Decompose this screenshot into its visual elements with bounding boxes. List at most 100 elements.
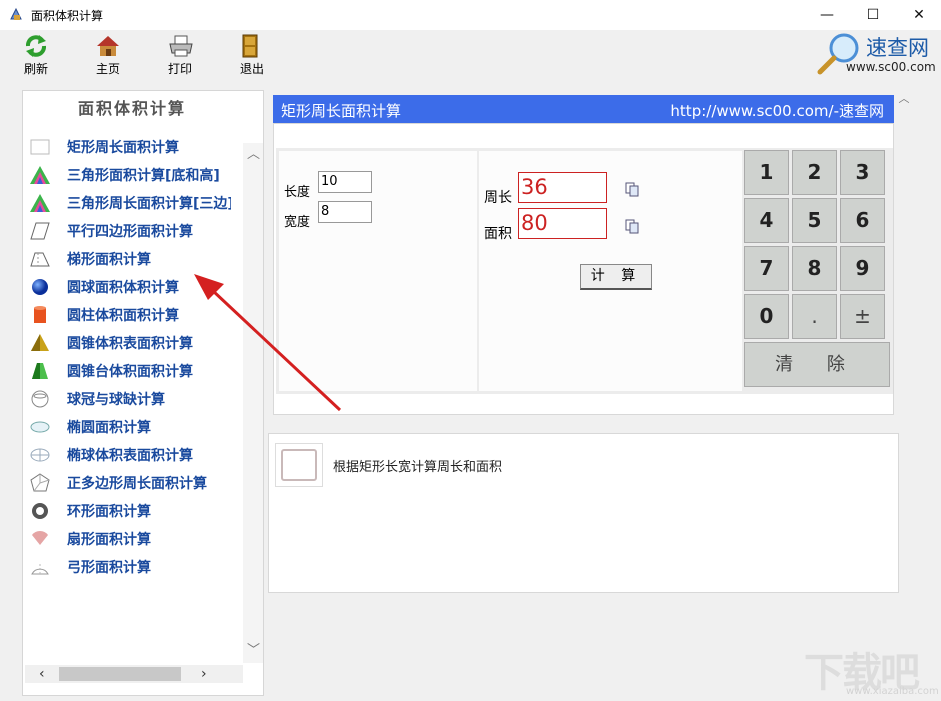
calculator-header: 矩形周长面积计算 http://www.sc00.com/-速查网 bbox=[273, 95, 894, 123]
maximize-button[interactable]: ☐ bbox=[850, 0, 896, 30]
shape-thumbnail bbox=[275, 443, 323, 487]
close-button[interactable]: ✕ bbox=[896, 0, 941, 30]
sidebar-item-sector[interactable]: 扇形面积计算 bbox=[27, 525, 231, 553]
sidebar-item-label: 圆球面积体积计算 bbox=[67, 280, 179, 296]
sidebar-item-label: 球冠与球缺计算 bbox=[67, 392, 165, 408]
scroll-down-icon[interactable]: ﹀ bbox=[247, 639, 260, 658]
home-button[interactable]: 主页 bbox=[82, 32, 134, 76]
scroll-left-icon[interactable]: ‹ bbox=[39, 666, 45, 682]
key-1[interactable]: 1 bbox=[744, 150, 789, 195]
key-3[interactable]: 3 bbox=[840, 150, 885, 195]
area-output[interactable]: 80 bbox=[518, 208, 607, 239]
key-9[interactable]: 9 bbox=[840, 246, 885, 291]
exit-button[interactable]: 退出 bbox=[226, 32, 278, 76]
scroll-up-icon[interactable]: ︿ bbox=[247, 143, 260, 162]
app-icon bbox=[10, 7, 22, 20]
length-label: 长度 bbox=[284, 185, 311, 200]
segment-icon bbox=[31, 562, 49, 575]
key-4[interactable]: 4 bbox=[744, 198, 789, 243]
cone-icon bbox=[31, 334, 49, 351]
header-url: http://www.sc00.com/-速查网 bbox=[670, 102, 884, 120]
triangle-icon bbox=[30, 194, 50, 212]
sidebar-item-regular-polygon[interactable]: 正多边形周长面积计算 bbox=[27, 469, 231, 497]
sidebar-horizontal-scrollbar[interactable]: ‹ › bbox=[25, 665, 243, 683]
ring-icon bbox=[32, 503, 48, 519]
refresh-icon bbox=[26, 35, 46, 57]
sidebar-item-frustum[interactable]: 圆锥台体积面积计算 bbox=[27, 357, 231, 385]
sidebar-item-triangle-base-height[interactable]: 三角形面积计算[底和高] bbox=[27, 161, 231, 189]
sidebar-item-parallelogram[interactable]: 平行四边形面积计算 bbox=[27, 217, 231, 245]
result-pane: 周长 36 面积 80 计 算 bbox=[479, 151, 742, 391]
sidebar-item-label: 梯形面积计算 bbox=[67, 252, 151, 268]
sidebar-item-rectangle[interactable]: 矩形周长面积计算 bbox=[27, 133, 231, 161]
calculate-button[interactable]: 计 算 bbox=[580, 264, 652, 290]
sidebar-item-cylinder[interactable]: 圆柱体积面积计算 bbox=[27, 301, 231, 329]
key-decimal[interactable]: . bbox=[792, 294, 837, 339]
length-input[interactable]: 10 bbox=[318, 171, 372, 193]
calculator-panel: 长度 10 宽度 8 周长 36 面积 80 计 算 1 2 3 4 5 6 7… bbox=[273, 123, 894, 415]
rectangle-icon bbox=[30, 139, 50, 155]
title-bar: 面积体积计算 — ☐ ✕ bbox=[0, 0, 941, 30]
copy-area-icon[interactable] bbox=[624, 218, 640, 234]
key-8[interactable]: 8 bbox=[792, 246, 837, 291]
polygon-icon bbox=[30, 473, 50, 492]
home-icon bbox=[97, 36, 119, 56]
exit-label: 退出 bbox=[239, 62, 264, 76]
home-label: 主页 bbox=[95, 62, 120, 76]
sidebar-item-spherical-cap[interactable]: 球冠与球缺计算 bbox=[27, 385, 231, 413]
sphere-icon bbox=[32, 279, 48, 295]
description-panel: 根据矩形长宽计算周长和面积 bbox=[268, 433, 899, 593]
horizontal-scroll-thumb[interactable] bbox=[59, 667, 181, 681]
sidebar: 面积体积计算 矩形周长面积计算 三角形面积计算[底和高] 三角形周长面积计算[三… bbox=[22, 90, 264, 696]
width-input[interactable]: 8 bbox=[318, 201, 372, 223]
trapezoid-icon bbox=[30, 252, 50, 267]
refresh-button[interactable]: 刷新 bbox=[10, 32, 62, 76]
print-button[interactable]: 打印 bbox=[154, 32, 206, 76]
copy-perimeter-icon[interactable] bbox=[624, 181, 640, 197]
sidebar-item-trapezoid[interactable]: 梯形面积计算 bbox=[27, 245, 231, 273]
scroll-right-icon[interactable]: › bbox=[201, 666, 207, 682]
sidebar-item-ring[interactable]: 环形面积计算 bbox=[27, 497, 231, 525]
sidebar-title: 面积体积计算 bbox=[77, 99, 186, 118]
sidebar-item-label: 椭球体积表面积计算 bbox=[67, 448, 193, 464]
sidebar-item-sphere[interactable]: 圆球面积体积计算 bbox=[27, 273, 231, 301]
perimeter-output[interactable]: 36 bbox=[518, 172, 607, 203]
sidebar-item-label: 圆锥台体积面积计算 bbox=[67, 364, 193, 380]
sector-icon bbox=[32, 531, 48, 545]
width-label: 宽度 bbox=[284, 215, 311, 230]
minimize-button[interactable]: — bbox=[804, 0, 850, 30]
sidebar-item-label: 圆柱体积面积计算 bbox=[67, 308, 179, 324]
logo-name: 速查网 bbox=[866, 36, 929, 60]
key-5[interactable]: 5 bbox=[792, 198, 837, 243]
frustum-icon bbox=[32, 363, 48, 379]
keypad: 1 2 3 4 5 6 7 8 9 0 . ± 清 除 bbox=[744, 150, 890, 392]
calculator-title: 矩形周长面积计算 bbox=[281, 102, 402, 120]
sidebar-item-label: 三角形周长面积计算[三边] bbox=[67, 196, 231, 212]
ellipsoid-icon bbox=[30, 448, 50, 462]
key-plus-minus[interactable]: ± bbox=[840, 294, 885, 339]
parallelogram-icon bbox=[30, 222, 50, 240]
calculator-inner: 长度 10 宽度 8 周长 36 面积 80 计 算 1 2 3 4 5 6 7… bbox=[276, 148, 893, 394]
toolbar: 刷新 主页 打印 退出 速查网 www.sc00.com bbox=[0, 30, 941, 78]
sidebar-item-ellipse[interactable]: 椭圆面积计算 bbox=[27, 413, 231, 441]
sidebar-item-cone[interactable]: 圆锥体积表面积计算 bbox=[27, 329, 231, 357]
refresh-label: 刷新 bbox=[23, 62, 48, 76]
sidebar-item-ellipsoid[interactable]: 椭球体积表面积计算 bbox=[27, 441, 231, 469]
sidebar-item-label: 矩形周长面积计算 bbox=[67, 140, 179, 156]
printer-icon bbox=[169, 35, 193, 57]
main-area: 面积体积计算 矩形周长面积计算 三角形面积计算[底和高] 三角形周长面积计算[三… bbox=[0, 78, 941, 701]
sidebar-vertical-scrollbar[interactable]: ︿ ﹀ bbox=[243, 143, 263, 663]
sidebar-item-circular-segment[interactable]: 弓形面积计算 bbox=[27, 553, 231, 581]
sidebar-item-triangle-three-sides[interactable]: 三角形周长面积计算[三边] bbox=[27, 189, 231, 217]
sidebar-item-label: 三角形面积计算[底和高] bbox=[67, 168, 220, 184]
sidebar-item-label: 平行四边形面积计算 bbox=[67, 224, 193, 240]
sidebar-item-label: 弓形面积计算 bbox=[67, 560, 151, 576]
content-scroll-up-icon[interactable]: ︿ bbox=[896, 90, 912, 108]
spherical-cap-icon bbox=[31, 390, 49, 408]
key-0[interactable]: 0 bbox=[744, 294, 789, 339]
key-6[interactable]: 6 bbox=[840, 198, 885, 243]
clear-button[interactable]: 清 除 bbox=[744, 342, 890, 387]
key-2[interactable]: 2 bbox=[792, 150, 837, 195]
key-7[interactable]: 7 bbox=[744, 246, 789, 291]
perimeter-label: 周长 bbox=[484, 190, 512, 206]
